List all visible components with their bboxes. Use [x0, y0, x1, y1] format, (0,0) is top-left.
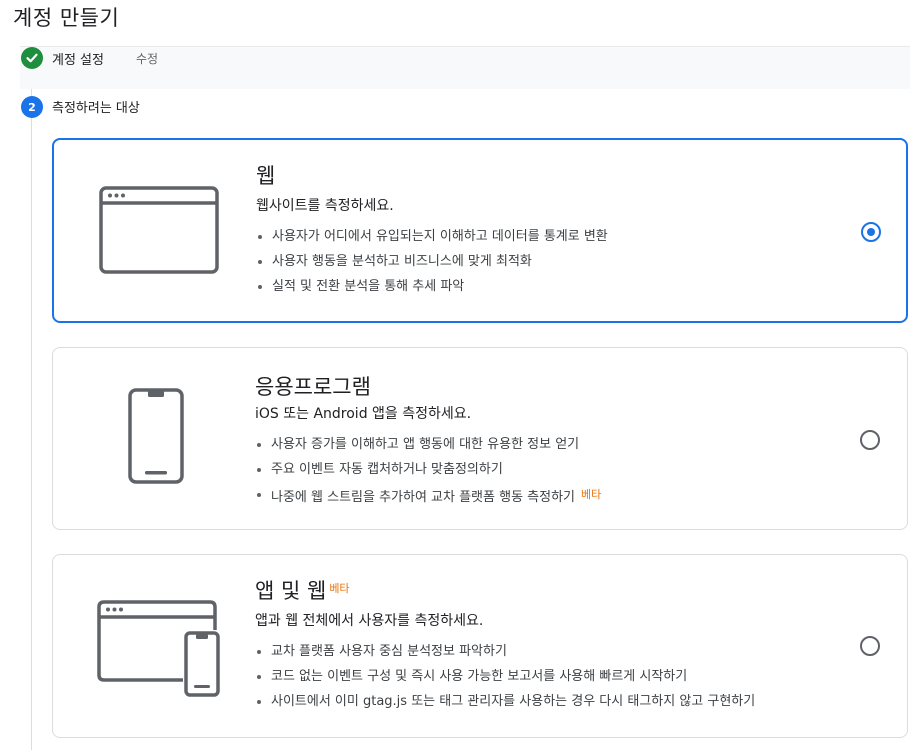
radio-app-and-web[interactable]: [860, 636, 880, 656]
browser-and-phone-icon: [97, 600, 221, 702]
list-item: 코드 없는 이벤트 구성 및 즉시 사용 가능한 보고서를 사용해 빠르게 시작…: [255, 664, 755, 689]
option-bullets: 사용자가 어디에서 유입되는지 이해하고 데이터를 통계로 변환 사용자 행동을…: [256, 224, 608, 299]
option-subtitle: iOS 또는 Android 앱을 측정하세요.: [255, 406, 472, 422]
list-item: 사용자가 어디에서 유입되는지 이해하고 데이터를 통계로 변환: [256, 224, 608, 249]
option-title: 웹: [256, 164, 276, 188]
radio-dot: [867, 228, 875, 236]
list-item: 사용자 증가를 이해하고 앱 행동에 대한 유용한 정보 얻기: [255, 432, 601, 457]
list-item: 사이트에서 이미 gtag.js 또는 태그 관리자를 사용하는 경우 다시 태…: [255, 689, 755, 714]
stepper-line: [31, 60, 32, 750]
edit-step-1-button[interactable]: 수정: [136, 50, 158, 67]
option-card-app[interactable]: 응용프로그램 iOS 또는 Android 앱을 측정하세요. 사용자 증가를 …: [52, 347, 908, 530]
radio-app[interactable]: [860, 430, 880, 450]
browser-window-icon: [99, 186, 221, 280]
list-item: 사용자 행동을 분석하고 비즈니스에 맞게 최적화: [256, 249, 608, 274]
beta-badge: 베타: [329, 582, 350, 595]
step-1-label: 계정 설정: [52, 53, 104, 68]
beta-badge: 베타: [581, 488, 602, 501]
option-bullets: 사용자 증가를 이해하고 앱 행동에 대한 유용한 정보 얻기 주요 이벤트 자…: [255, 432, 601, 507]
list-item: 주요 이벤트 자동 캡처하거나 맞춤정의하기: [255, 457, 601, 482]
radio-web[interactable]: [861, 222, 881, 242]
option-subtitle: 웹사이트를 측정하세요.: [256, 198, 394, 214]
option-bullets: 교차 플랫폼 사용자 중심 분석정보 파악하기 코드 없는 이벤트 구성 및 즉…: [255, 639, 755, 714]
option-card-app-and-web[interactable]: 앱 및 웹 베타 앱과 웹 전체에서 사용자를 측정하세요. 교차 플랫폼 사용자…: [52, 554, 908, 738]
list-item-text: 나중에 웹 스트림을 추가하여 교차 플랫폼 행동 측정하기: [271, 490, 576, 505]
option-title-text: 앱 및 웹: [255, 579, 327, 603]
list-item: 실적 및 전환 분석을 통해 추세 파악: [256, 274, 608, 299]
option-title: 응용프로그램: [255, 375, 371, 399]
list-item: 교차 플랫폼 사용자 중심 분석정보 파악하기: [255, 639, 755, 664]
step-2-label: 측정하려는 대상: [52, 101, 140, 116]
smartphone-icon: [128, 388, 186, 490]
check-icon: [21, 47, 43, 69]
step-2-number: 2: [21, 96, 43, 118]
option-title: 앱 및 웹 베타: [255, 575, 350, 605]
option-subtitle: 앱과 웹 전체에서 사용자를 측정하세요.: [255, 613, 484, 629]
option-card-web[interactable]: 웹 웹사이트를 측정하세요. 사용자가 어디에서 유입되는지 이해하고 데이터를…: [52, 138, 908, 323]
page-title: 계정 만들기: [13, 6, 120, 30]
list-item: 나중에 웹 스트림을 추가하여 교차 플랫폼 행동 측정하기 베타: [255, 482, 601, 507]
